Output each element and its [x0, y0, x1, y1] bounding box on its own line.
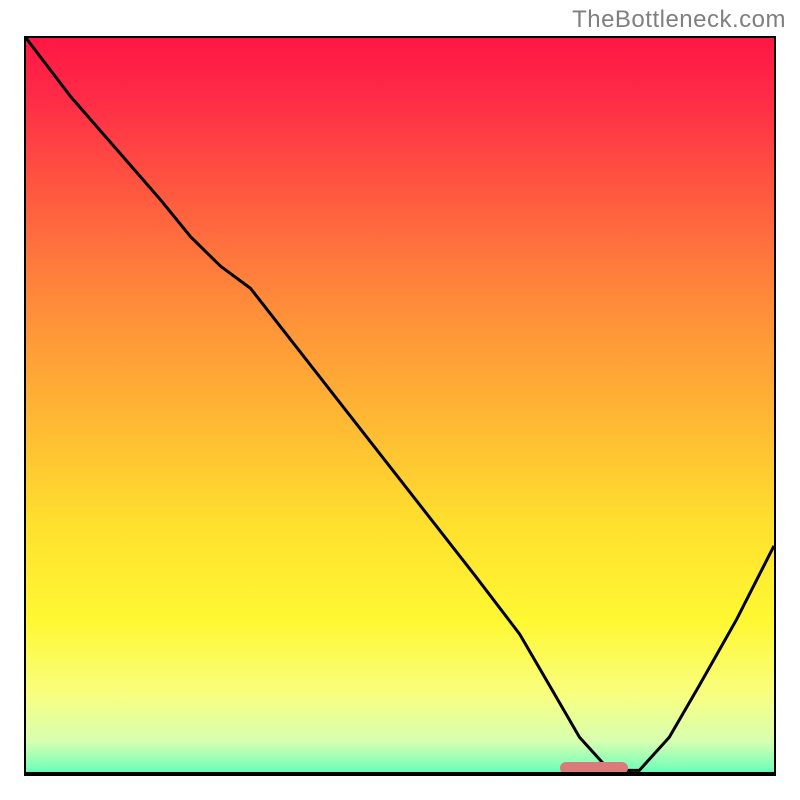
x-axis-baseline — [26, 772, 774, 774]
bottleneck-curve — [26, 38, 774, 774]
plot-area — [24, 36, 776, 776]
chart-canvas: TheBottleneck.com — [0, 0, 800, 800]
watermark-text: TheBottleneck.com — [572, 6, 786, 34]
